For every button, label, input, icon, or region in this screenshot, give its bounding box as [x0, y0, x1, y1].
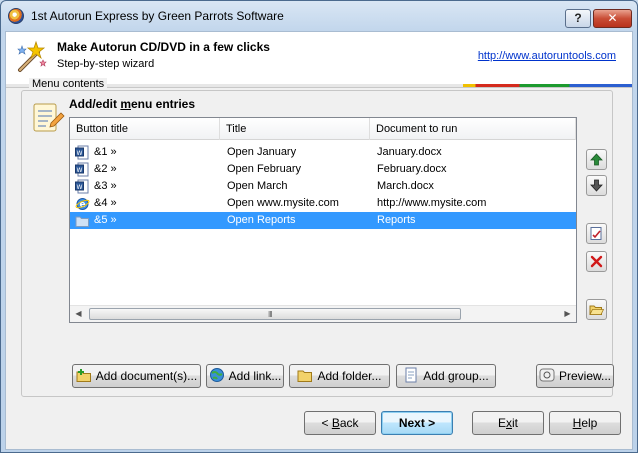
column-title[interactable]: Title: [220, 118, 370, 140]
open-folder-button[interactable]: [586, 299, 607, 320]
table-row-selected[interactable]: &5 » Open Reports Reports: [70, 212, 576, 229]
svg-text:W: W: [77, 167, 83, 174]
row-title: Open Reports: [227, 214, 296, 226]
add-folder-button[interactable]: Add folder...: [289, 364, 390, 388]
row-title: Open January: [227, 146, 297, 158]
wizard-header: Make Autorun CD/DVD in a few clicks Step…: [6, 32, 632, 84]
title-bar[interactable]: 1st Autorun Express by Green Parrots Sof…: [1, 1, 637, 31]
arrow-up-icon: [590, 153, 603, 166]
scrollbar-grip: III: [268, 310, 273, 319]
back-button[interactable]: < Back: [304, 411, 376, 435]
close-caption-button[interactable]: ✕: [593, 9, 632, 28]
word-document-icon: W: [75, 179, 89, 194]
exit-button[interactable]: Exit: [472, 411, 544, 435]
folder-open-icon: [589, 305, 604, 315]
svg-text:W: W: [77, 150, 83, 157]
folder-icon: [75, 216, 89, 227]
arrow-down-icon: [590, 179, 603, 192]
scrollbar-thumb[interactable]: III: [89, 308, 461, 320]
window-title: 1st Autorun Express by Green Parrots Sof…: [31, 9, 284, 23]
row-document: http://www.mysite.com: [377, 197, 487, 209]
magic-wand-icon: [17, 40, 47, 72]
menu-entries-list[interactable]: Button title Title Document to run W &1 …: [69, 117, 577, 323]
row-title: Open February: [227, 163, 301, 175]
table-row[interactable]: W &2 » Open February February.docx: [70, 161, 576, 178]
column-button-title[interactable]: Button title: [70, 118, 220, 140]
add-link-button[interactable]: Add link...: [206, 364, 284, 388]
add-document-icon: [76, 369, 91, 382]
preview-button[interactable]: Preview...: [536, 364, 614, 388]
list-header: Button title Title Document to run: [70, 118, 576, 140]
edit-entry-button[interactable]: [586, 223, 607, 244]
move-down-button[interactable]: [586, 175, 607, 196]
globe-icon: [209, 368, 224, 382]
internet-explorer-icon: e: [75, 198, 90, 210]
delete-entry-button[interactable]: [586, 251, 607, 272]
group-document-icon: [405, 367, 417, 383]
table-row[interactable]: W &3 » Open March March.docx: [70, 178, 576, 195]
add-document-button[interactable]: Add document(s)...: [72, 364, 201, 388]
table-row[interactable]: e &4 » Open www.mysite.com http://www.my…: [70, 195, 576, 212]
svg-text:W: W: [77, 184, 83, 191]
row-document: January.docx: [377, 146, 442, 158]
row-button-title: &4 »: [94, 197, 117, 209]
word-document-icon: W: [75, 145, 89, 160]
folder-icon: [297, 370, 313, 382]
horizontal-scrollbar[interactable]: ◀ III ▶: [70, 305, 576, 322]
row-document: March.docx: [377, 180, 434, 192]
row-document: February.docx: [377, 163, 447, 175]
next-button[interactable]: Next >: [381, 411, 453, 435]
add-group-button[interactable]: Add group...: [396, 364, 496, 388]
row-button-title: &1 »: [94, 146, 117, 158]
help-button[interactable]: Help: [549, 411, 621, 435]
help-caption-button[interactable]: ?: [565, 9, 591, 28]
group-legend: Menu contents: [29, 78, 108, 90]
scroll-left-icon[interactable]: ◀: [70, 306, 87, 322]
row-button-title: &3 »: [94, 180, 117, 192]
edit-menu-icon: [33, 103, 65, 132]
delete-icon: [590, 255, 603, 268]
move-up-button[interactable]: [586, 149, 607, 170]
row-button-title: &2 »: [94, 163, 117, 175]
app-window: 1st Autorun Express by Green Parrots Sof…: [0, 0, 638, 453]
header-subtitle: Step-by-step wizard: [57, 58, 155, 70]
word-document-icon: W: [75, 162, 89, 177]
row-document: Reports: [377, 214, 416, 226]
section-title: Add/edit menu entries: [69, 97, 196, 111]
website-link[interactable]: http://www.autoruntools.com: [478, 50, 616, 62]
edit-document-icon: [590, 227, 602, 240]
scroll-right-icon[interactable]: ▶: [559, 306, 576, 322]
row-title: Open March: [227, 180, 288, 192]
column-document[interactable]: Document to run: [370, 118, 576, 140]
table-row[interactable]: W &1 » Open January January.docx: [70, 144, 576, 161]
app-icon: [8, 8, 24, 24]
row-button-title: &5 »: [94, 214, 117, 226]
header-title: Make Autorun CD/DVD in a few clicks: [57, 40, 270, 54]
row-title: Open www.mysite.com: [227, 197, 339, 209]
preview-icon: [539, 368, 555, 382]
